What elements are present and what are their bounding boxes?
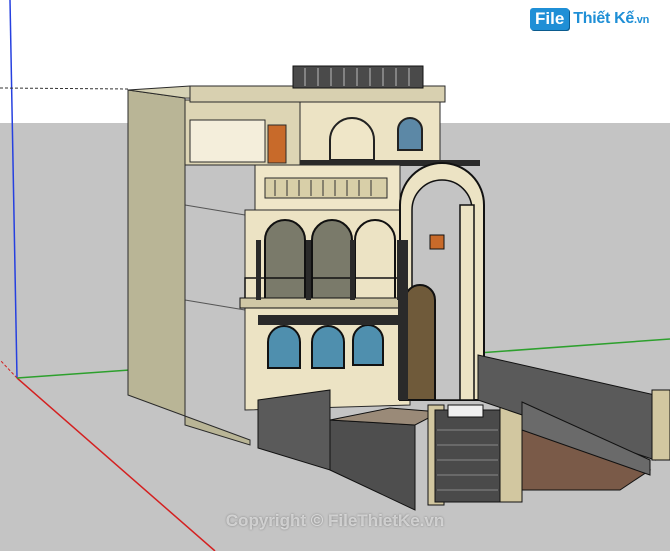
entrance-pillar-right [459,204,475,401]
gate-pillar-right [499,401,523,503]
entrance-door [404,284,436,401]
balcony-slab [239,297,413,309]
top-terrace-frame [189,119,266,163]
roof-railing [292,65,424,89]
gate [434,409,501,503]
blue-axis [9,0,18,379]
green-axis-dashed [0,87,131,90]
sketchup-viewport[interactable]: File Thiết Kế.vn Copyright © FileThietKe… [0,0,670,551]
logo-file-badge: File [530,8,570,30]
wall-floor-line [184,299,246,311]
gate-sign [447,404,484,418]
ground-floor-band [258,315,398,325]
top-door-orange [267,124,287,164]
first-floor-arches [264,219,396,301]
top-arch-window [329,117,375,161]
right-corner-pillar [651,389,670,461]
red-axis-dashed [0,359,18,379]
model-scene[interactable] [0,0,670,551]
wall-floor-line [184,204,246,216]
entrance-door-window [429,234,445,250]
logo-tld: .vn [634,14,650,26]
second-floor-vent [264,177,388,199]
ground-floor-windows [267,324,384,369]
green-axis-right [477,338,670,354]
top-round-window [397,117,423,151]
filethietke-logo: File Thiết Kế.vn [530,8,649,30]
fence-front [257,389,331,471]
fence-front-low [329,419,416,511]
entrance-pillar-left [398,240,408,400]
logo-name: Thiết Kế [573,10,635,27]
green-axis [16,369,131,379]
logo-text: Thiết Kế.vn [573,10,649,28]
copyright-watermark: Copyright © FileThietKe.vn [225,511,445,530]
